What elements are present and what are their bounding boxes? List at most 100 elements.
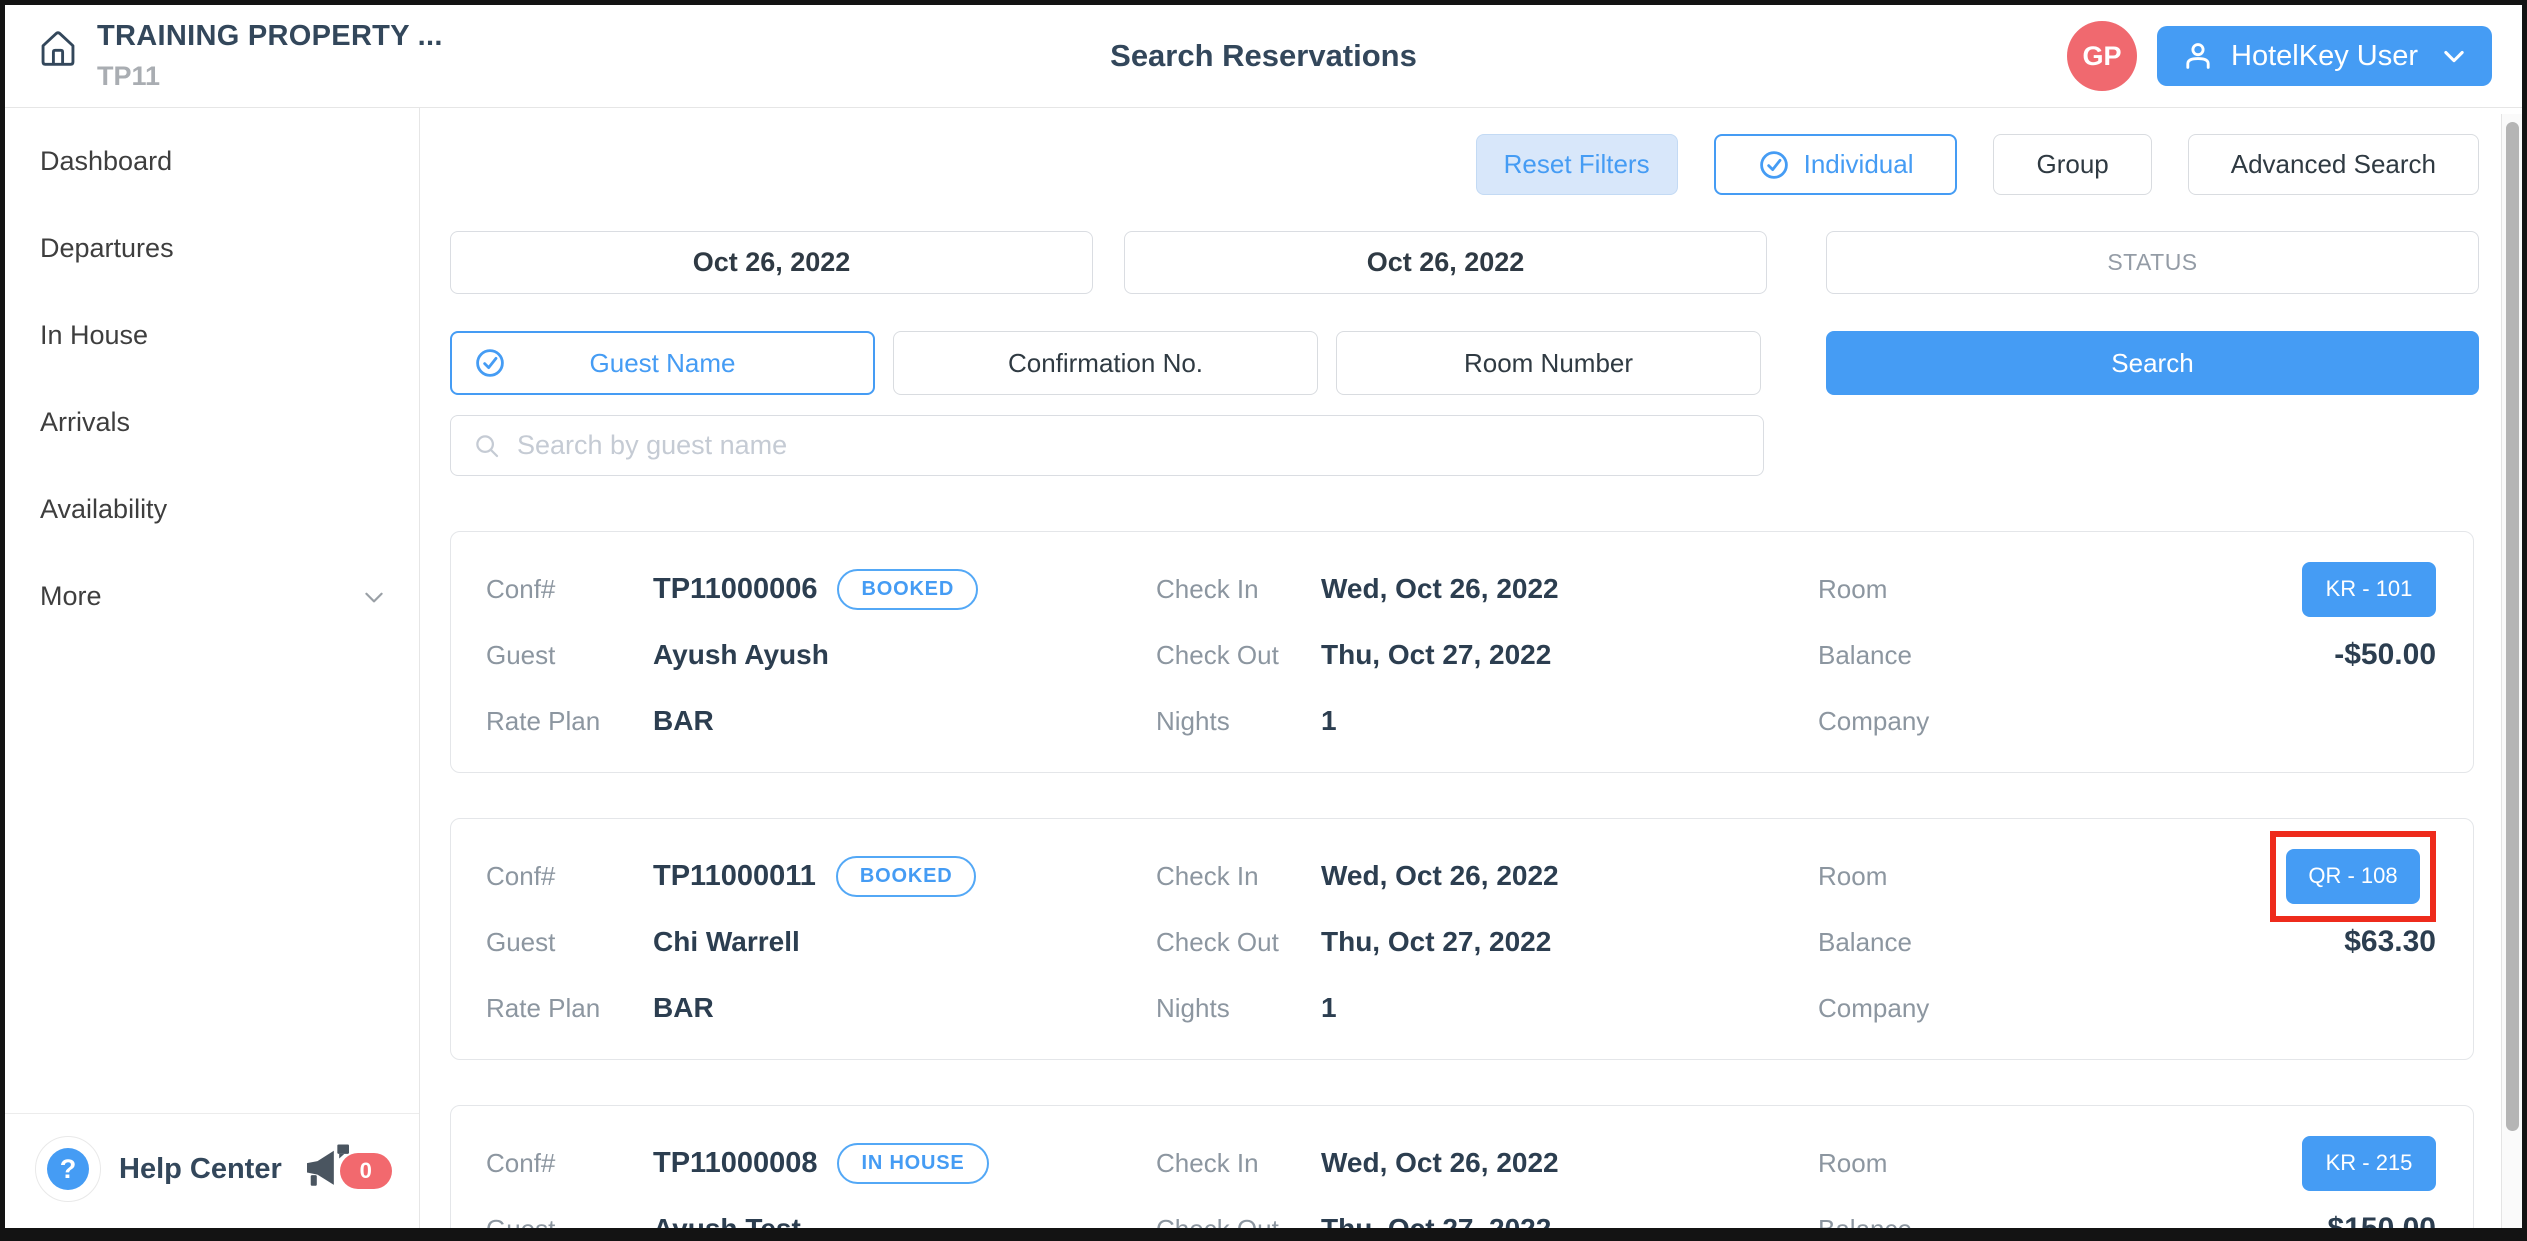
user-menu-button[interactable]: HotelKey User [2157,26,2492,86]
chevron-down-icon [361,584,387,610]
room-badge[interactable]: KR - 215 [2302,1136,2436,1191]
page-title: Search Reservations [1110,38,1417,74]
sidebar-nav-item[interactable]: More [5,553,419,640]
home-icon [35,26,81,72]
announcements-button[interactable]: 0 [300,1141,392,1197]
search-mode-label: Room Number [1464,348,1633,379]
check-in-date-field[interactable]: Oct 26, 2022 [450,231,1093,294]
sidebar: Dashboard Departures In House [5,108,420,1228]
room-badge[interactable]: QR - 108 [2286,849,2420,904]
user-icon [2181,39,2215,73]
notification-count-badge: 0 [340,1153,392,1189]
check-in-value: Wed, Oct 26, 2022 [1321,1147,1818,1179]
avatar[interactable]: GP [2067,21,2137,91]
filters-row: Reset Filters Individual [450,134,2479,195]
guest-search [450,415,1764,476]
nights-label: Nights [1156,706,1321,737]
room-label: Room [1818,574,1988,605]
rate-plan-value: BAR [653,705,1156,737]
guest-value: Ayush Test [653,1213,1156,1228]
help-button[interactable]: ? [35,1136,101,1202]
app-window: TRAINING PROPERTY ... TP11 Search Reserv… [0,0,2527,1241]
balance-value: $63.30 [1988,925,2436,959]
property-name: TRAINING PROPERTY ... [97,20,443,53]
search-input[interactable] [450,415,1764,476]
conf-cell: TP11000006 BOOKED [653,569,1156,610]
guest-label: Guest [486,927,653,958]
check-out-label: Check Out [1156,640,1321,671]
search-mode-tab[interactable]: Guest Name [450,331,875,395]
rate-plan-label: Rate Plan [486,706,653,737]
reset-filters-button[interactable]: Reset Filters [1476,134,1678,195]
search-mode-label: Guest Name [590,348,736,379]
reservation-type-button[interactable]: Individual [1714,134,1958,195]
search-mode-label: Confirmation No. [1008,348,1203,379]
reservation-type-label: Group [2036,149,2108,180]
room-label: Room [1818,1148,1988,1179]
check-in-label: Check In [1156,1148,1321,1179]
check-out-label: Check Out [1156,1214,1321,1229]
sidebar-item-label: Dashboard [40,146,172,177]
balance-value: $150.00 [1988,1212,2436,1228]
reservation-card[interactable]: Conf# TP11000008 IN HOUSE Check In Wed, … [450,1105,2474,1228]
balance-value: -$50.00 [1988,638,2436,672]
search-mode-tab[interactable]: Confirmation No. [893,331,1318,395]
check-out-value: Thu, Oct 27, 2022 [1321,926,1818,958]
sidebar-item-label: More [40,581,102,612]
balance-label: Balance [1818,640,1988,671]
reservation-card[interactable]: Conf# TP11000006 BOOKED Check In Wed, Oc… [450,531,2474,773]
guest-label: Guest [486,1214,653,1229]
check-in-value: Wed, Oct 26, 2022 [1321,860,1818,892]
check-in-label: Check In [1156,574,1321,605]
sidebar-nav-item[interactable]: Availability [5,466,419,553]
room-highlight-box: QR - 108 [2270,831,2436,922]
confirmation-number: TP11000006 [653,573,817,606]
chevron-down-icon [2440,42,2468,70]
property-brand[interactable]: TRAINING PROPERTY ... TP11 [35,20,443,92]
search-button[interactable]: Search [1826,331,2479,395]
help-center: ? Help Center 0 [5,1113,419,1228]
reservation-type-button[interactable]: Advanced Search [2188,134,2479,195]
sidebar-nav: Dashboard Departures In House [5,108,419,640]
sidebar-item-label: Arrivals [40,407,130,438]
room-badge[interactable]: KR - 101 [2302,562,2436,617]
nights-label: Nights [1156,993,1321,1024]
reservation-list: Conf# TP11000006 BOOKED Check In Wed, Oc… [450,531,2479,1228]
reservation-type-button[interactable]: Group [1993,134,2151,195]
sidebar-nav-item[interactable]: Departures [5,205,419,292]
sidebar-nav-item[interactable]: In House [5,292,419,379]
check-in-value: Wed, Oct 26, 2022 [1321,573,1818,605]
vertical-scrollbar [2501,114,2522,1228]
search-mode-tab[interactable]: Room Number [1336,331,1761,395]
check-out-date-field[interactable]: Oct 26, 2022 [1124,231,1767,294]
nights-value: 1 [1321,705,1818,737]
check-in-label: Check In [1156,861,1321,892]
status-badge: BOOKED [836,856,977,897]
scrollbar-thumb[interactable] [2506,122,2519,1131]
status-badge: IN HOUSE [837,1143,988,1184]
confirmation-number: TP11000011 [653,860,816,893]
guest-value: Chi Warrell [653,926,1156,958]
room-cell: KR - 101 [1988,562,2436,617]
company-label: Company [1818,993,1988,1024]
property-brand-text: TRAINING PROPERTY ... TP11 [97,20,443,92]
conf-label: Conf# [486,861,653,892]
main-content: Reset Filters Individual [420,108,2522,1228]
sidebar-nav-item[interactable]: Dashboard [5,118,419,205]
check-circle-icon [1758,149,1790,181]
company-label: Company [1818,706,1988,737]
search-tabs-group: Guest Name Confirmation No. [450,331,1761,395]
check-out-value: Thu, Oct 27, 2022 [1321,1213,1818,1228]
sidebar-nav-item[interactable]: Arrivals [5,379,419,466]
room-label: Room [1818,861,1988,892]
sidebar-item-label: In House [40,320,148,351]
sidebar-item-label: Availability [40,494,167,525]
top-header: TRAINING PROPERTY ... TP11 Search Reserv… [5,5,2522,108]
reservation-card[interactable]: Conf# TP11000011 BOOKED Check In Wed, Oc… [450,818,2474,1060]
room-highlight-box: KR - 101 [2302,562,2436,617]
guest-label: Guest [486,640,653,671]
reservation-type-buttons: Individual Group [1714,134,2479,195]
reservation-type-label: Individual [1804,149,1914,180]
guest-value: Ayush Ayush [653,639,1156,671]
status-dropdown[interactable]: STATUS [1826,231,2479,294]
